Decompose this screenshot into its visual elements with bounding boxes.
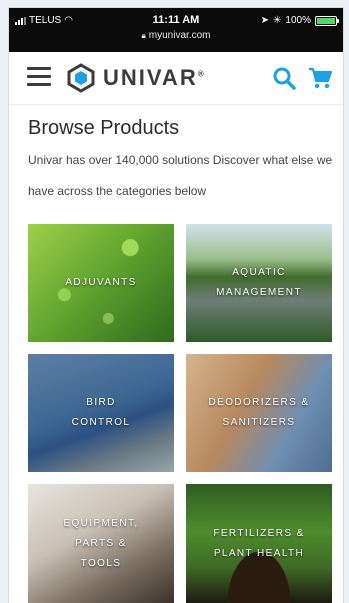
cart-icon[interactable] — [307, 65, 333, 91]
status-bar: TELUS ◠ 11:11 AM 🔒︎ myunivar.com ➤ ✳ 100% — [9, 8, 343, 52]
univar-logo-icon — [67, 63, 95, 93]
search-icon[interactable] — [272, 66, 296, 90]
category-label: DEODORIZERS & SANITIZERS — [208, 397, 310, 428]
bluetooth-icon: ✳ — [273, 15, 282, 26]
category-tile-adjuvants[interactable]: ADJUVANTS — [28, 224, 174, 342]
hamburger-menu-icon[interactable] — [27, 67, 51, 87]
category-tile-deodorizers-sanitizers[interactable]: DEODORIZERS & SANITIZERS — [186, 354, 332, 472]
univar-logo[interactable]: UNIVAR® — [67, 63, 206, 93]
page-description: Univar has over 140,000 solutions Discov… — [28, 153, 333, 198]
battery-percent: 100% — [285, 15, 311, 26]
category-label: EQUIPMENT, PARTS & TOOLS — [63, 517, 139, 569]
category-label: AQUATIC MANAGEMENT — [216, 267, 302, 298]
page-title: Browse Products — [28, 117, 180, 139]
category-tile-aquatic-management[interactable]: AQUATIC MANAGEMENT — [186, 224, 332, 342]
logo-text: UNIVAR® — [103, 65, 206, 90]
location-icon: ➤ — [260, 15, 270, 26]
category-tile-equipment-parts-tools[interactable]: EQUIPMENT, PARTS & TOOLS — [28, 484, 174, 603]
address-bar[interactable]: 🔒︎ myunivar.com — [9, 30, 343, 41]
category-label: ADJUVANTS — [65, 277, 137, 288]
battery-icon — [315, 15, 339, 26]
category-label: FERTILIZERS & PLANT HEALTH — [213, 527, 305, 559]
category-tile-bird-control[interactable]: BIRD CONTROL — [28, 354, 174, 472]
phone-screen: TELUS ◠ 11:11 AM 🔒︎ myunivar.com ➤ ✳ 100%… — [9, 8, 343, 603]
category-label: BIRD CONTROL — [71, 397, 131, 428]
lock-icon: 🔒︎ — [141, 31, 146, 40]
category-tile-fertilizers-plant-health[interactable]: FERTILIZERS & PLANT HEALTH — [186, 484, 332, 603]
system-status: ➤ ✳ 100% — [260, 15, 339, 26]
url-text: myunivar.com — [148, 30, 211, 41]
site-header: UNIVAR® — [9, 52, 343, 105]
